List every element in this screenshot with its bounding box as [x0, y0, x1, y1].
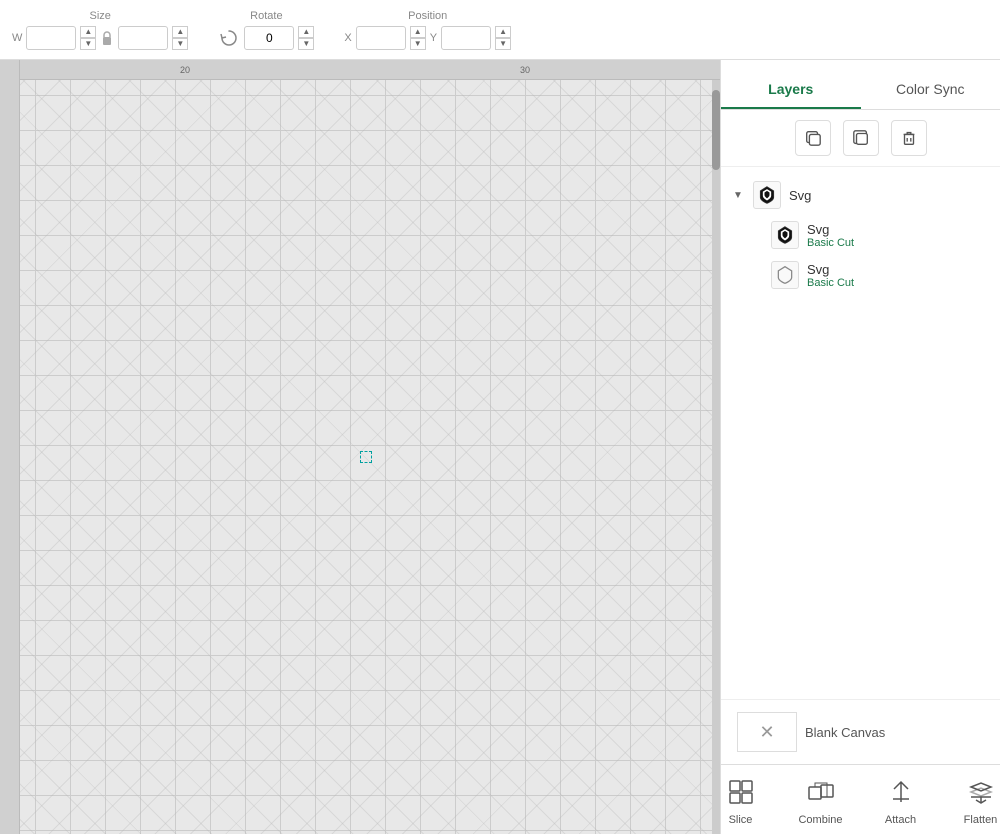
- scrollbar-thumb[interactable]: [712, 90, 720, 170]
- size-h-down[interactable]: ▼: [172, 38, 188, 50]
- layer-item-svg-group[interactable]: ▼ Svg: [721, 175, 1000, 215]
- size-h-input[interactable]: [118, 26, 168, 50]
- flatten-icon: [963, 774, 999, 810]
- rotate-input[interactable]: 0: [244, 26, 294, 50]
- tab-color-sync[interactable]: Color Sync: [861, 71, 1000, 109]
- position-y-label: Y: [430, 32, 437, 44]
- layer-child-1-icon: [771, 221, 799, 249]
- lock-icon: [100, 30, 114, 46]
- size-label: Size: [89, 10, 110, 22]
- combine-label: Combine: [798, 814, 842, 826]
- size-h-spinners: ▲ ▼: [172, 26, 188, 50]
- layer-item-svg-child-1[interactable]: Svg Basic Cut: [721, 215, 1000, 255]
- tool-flatten[interactable]: Flatten: [951, 774, 1000, 826]
- slice-label: Slice: [729, 814, 753, 826]
- rotate-spinners: ▲ ▼: [298, 26, 314, 50]
- rotate-down[interactable]: ▼: [298, 38, 314, 50]
- rotate-up[interactable]: ▲: [298, 26, 314, 38]
- blank-canvas-x-icon: ✕: [759, 722, 774, 743]
- size-group: Size W ▲ ▼ ▲ ▼: [12, 10, 188, 50]
- flatten-label: Flatten: [964, 814, 998, 826]
- layer-child-2-name: Svg: [807, 262, 854, 277]
- size-w-down[interactable]: ▼: [80, 38, 96, 50]
- layer-group-name: Svg: [789, 188, 811, 203]
- panel-add-button[interactable]: [843, 120, 879, 156]
- layer-group-icon: [753, 181, 781, 209]
- position-y-down[interactable]: ▼: [495, 38, 511, 50]
- layers-list: ▼ Svg: [721, 167, 1000, 699]
- attach-icon: [883, 774, 919, 810]
- layer-child-2-info: Svg Basic Cut: [807, 262, 854, 289]
- ruler-top: 20 30: [0, 60, 720, 80]
- ruler-mark-30: 30: [520, 65, 530, 75]
- layer-item-svg-child-2[interactable]: Svg Basic Cut: [721, 255, 1000, 295]
- design-canvas[interactable]: [20, 80, 712, 834]
- layer-group-info: Svg: [789, 188, 811, 203]
- rotate-group: Rotate 0 ▲ ▼: [218, 10, 314, 50]
- position-y-spinners: ▲ ▼: [495, 26, 511, 50]
- blank-canvas-preview: ✕: [737, 712, 797, 752]
- size-w-spinners: ▲ ▼: [80, 26, 96, 50]
- bottom-toolbar: Slice Combine: [721, 764, 1000, 834]
- size-w-input[interactable]: [26, 26, 76, 50]
- chevron-down-icon: ▼: [733, 190, 745, 201]
- canvas-area[interactable]: 20 30: [0, 60, 720, 834]
- position-label: Position: [408, 10, 447, 22]
- position-x-input[interactable]: [356, 26, 406, 50]
- layer-child-1-type: Basic Cut: [807, 237, 854, 249]
- position-inputs: X ▲ ▼ Y ▲ ▼: [344, 26, 511, 50]
- size-h-up[interactable]: ▲: [172, 26, 188, 38]
- combine-icon: [803, 774, 839, 810]
- blank-canvas-label: Blank Canvas: [805, 725, 885, 740]
- size-inputs: W ▲ ▼ ▲ ▼: [12, 26, 188, 50]
- panel-delete-button[interactable]: [891, 120, 927, 156]
- rotate-icon: [218, 27, 240, 49]
- ruler-left: [0, 60, 20, 834]
- tab-layers[interactable]: Layers: [721, 71, 861, 109]
- position-y-input[interactable]: [441, 26, 491, 50]
- top-toolbar: Size W ▲ ▼ ▲ ▼ Rotate: [0, 0, 1000, 60]
- slice-icon: [723, 774, 759, 810]
- layer-child-2-type: Basic Cut: [807, 277, 854, 289]
- panel-tabs: Layers Color Sync: [721, 60, 1000, 110]
- attach-label: Attach: [885, 814, 916, 826]
- panel-copy-button[interactable]: [795, 120, 831, 156]
- position-group: Position X ▲ ▼ Y ▲ ▼: [344, 10, 511, 50]
- rotate-label: Rotate: [250, 10, 282, 22]
- tool-attach[interactable]: Attach: [871, 774, 931, 826]
- tool-combine[interactable]: Combine: [791, 774, 851, 826]
- position-x-label: X: [344, 32, 351, 44]
- position-x-up[interactable]: ▲: [410, 26, 426, 38]
- scrollbar-right[interactable]: [712, 80, 720, 834]
- right-panel: Layers Color Sync: [720, 60, 1000, 834]
- ruler-mark-20: 20: [180, 65, 190, 75]
- blank-canvas-area: ✕ Blank Canvas: [721, 699, 1000, 764]
- layer-child-1-info: Svg Basic Cut: [807, 222, 854, 249]
- size-w-label: W: [12, 32, 22, 44]
- layer-child-1-name: Svg: [807, 222, 854, 237]
- position-x-spinners: ▲ ▼: [410, 26, 426, 50]
- size-w-up[interactable]: ▲: [80, 26, 96, 38]
- layer-child-2-icon: [771, 261, 799, 289]
- rotate-inputs: 0 ▲ ▼: [218, 26, 314, 50]
- position-x-down[interactable]: ▼: [410, 38, 426, 50]
- position-y-up[interactable]: ▲: [495, 26, 511, 38]
- panel-toolbar: [721, 110, 1000, 167]
- layer-group-svg: ▼ Svg: [721, 175, 1000, 295]
- main-area: 20 30: [0, 60, 1000, 834]
- selection-border: [360, 451, 372, 463]
